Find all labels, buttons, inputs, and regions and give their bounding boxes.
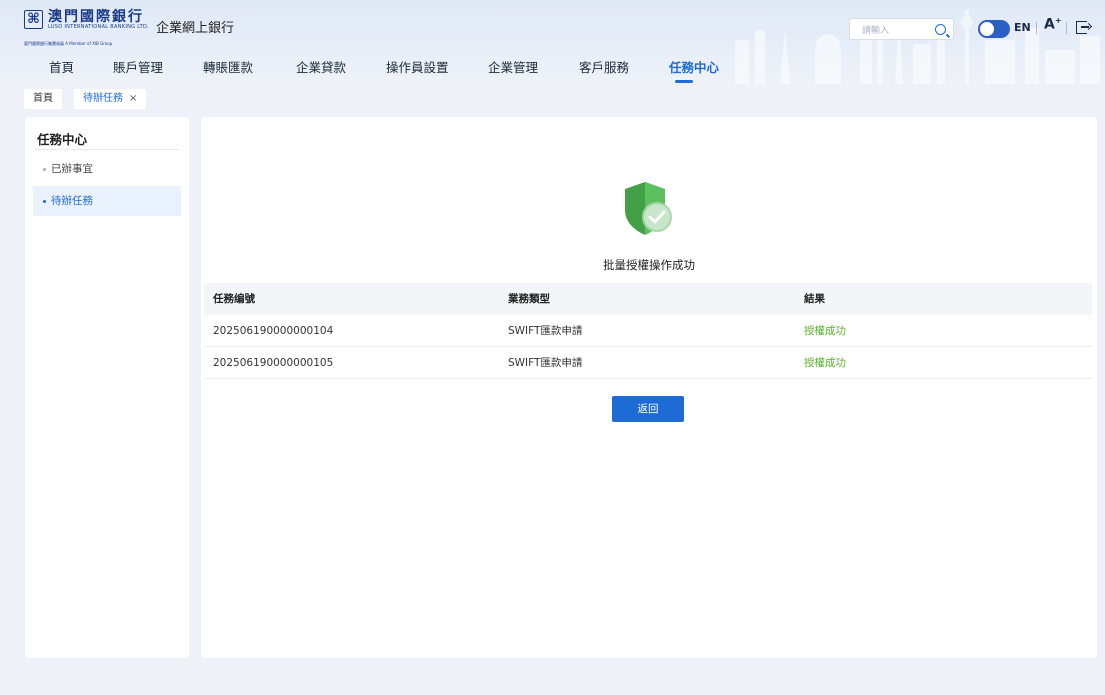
table-row: 202506190000000104 SWIFT匯款申請 授權成功 [204, 315, 1092, 347]
column-header-result: 結果 [804, 293, 825, 305]
bullet-icon [43, 167, 46, 171]
result-status: 授權成功 [804, 325, 846, 337]
theme-toggle[interactable] [978, 20, 1010, 38]
nav-item-task-center[interactable]: 任務中心 [669, 57, 720, 83]
nav-item-loans[interactable]: 企業貸款 [296, 57, 346, 76]
bullet-icon [43, 199, 46, 203]
font-size-label: A [1044, 16, 1055, 33]
table-header: 任務编號 業務類型 結果 [204, 283, 1092, 315]
nav-item-task-center-label: 任務中心 [669, 60, 720, 75]
nav-item-transfers[interactable]: 轉賬匯款 [203, 57, 253, 76]
sidebar: 任務中心 已辦事宜 待辦任務 [25, 117, 189, 658]
tab-pending-tasks[interactable]: 待辦任務 × [74, 89, 147, 109]
language-switch[interactable]: EN [1014, 21, 1031, 34]
bank-name-en: LUSO INTERNATIONAL BANKING LTD. [48, 24, 150, 30]
nav-item-operator-settings[interactable]: 操作員設置 [386, 57, 449, 76]
task-number: 202506190000000104 [213, 325, 334, 337]
toggle-knob [980, 22, 994, 36]
main-nav: 首頁 賬戶管理 轉賬匯款 企業貸款 操作員設置 企業管理 客戶服務 任務中心 [0, 57, 760, 83]
business-type: SWIFT匯款申請 [508, 325, 583, 337]
top-header: ⌘ 澳門國際銀行 LUSO INTERNATIONAL BANKING LTD.… [0, 0, 1105, 84]
bank-group-line: 廈門國際銀行集團成員 A Member of XIB Group [24, 41, 113, 46]
font-size-sup: + [1054, 16, 1062, 25]
logout-icon[interactable] [1076, 21, 1089, 34]
result-message: 批量授權操作成功 [603, 258, 695, 272]
sidebar-divider [35, 149, 179, 150]
font-size-button[interactable]: A+ [1044, 16, 1062, 33]
close-icon[interactable]: × [129, 93, 137, 104]
search-placeholder: 請輸入 [862, 26, 890, 36]
divider [1036, 22, 1037, 34]
main-panel: 批量授權操作成功 任務编號 業務類型 結果 202506190000000104… [201, 117, 1097, 658]
nav-item-accounts[interactable]: 賬戶管理 [113, 57, 163, 76]
nav-item-customer-service[interactable]: 客戶服務 [579, 57, 629, 76]
active-nav-indicator [675, 80, 693, 83]
result-table: 任務编號 業務類型 結果 202506190000000104 SWIFT匯款申… [204, 283, 1092, 379]
search-icon[interactable] [935, 24, 946, 35]
column-header-type: 業務類型 [508, 293, 550, 305]
bank-logo-icon: ⌘ [24, 10, 43, 29]
result-status: 授權成功 [804, 357, 846, 369]
sidebar-item-label: 已辦事宜 [51, 163, 93, 175]
nav-item-enterprise-management[interactable]: 企業管理 [488, 57, 538, 76]
sidebar-item-pending[interactable]: 待辦任務 [33, 186, 181, 216]
table-row: 202506190000000105 SWIFT匯款申請 授權成功 [204, 347, 1092, 379]
sidebar-item-completed[interactable]: 已辦事宜 [33, 154, 181, 184]
tab-pending-tasks-label: 待辦任務 [83, 93, 123, 104]
column-header-task-no: 任務编號 [213, 293, 255, 305]
sidebar-title: 任務中心 [37, 132, 88, 147]
tab-home[interactable]: 首頁 [24, 89, 62, 109]
divider [1066, 22, 1067, 34]
sidebar-item-label: 待辦任務 [51, 195, 93, 207]
bank-name-cn: 澳門國際銀行 [48, 9, 144, 25]
success-shield-icon [625, 182, 672, 235]
portal-title: 企業網上銀行 [156, 21, 235, 36]
business-type: SWIFT匯款申請 [508, 357, 583, 369]
task-number: 202506190000000105 [213, 357, 334, 369]
bank-logo[interactable]: ⌘ 澳門國際銀行 LUSO INTERNATIONAL BANKING LTD.… [24, 9, 150, 46]
search-input[interactable]: 請輸入 [849, 18, 954, 40]
nav-item-home[interactable]: 首頁 [49, 57, 74, 76]
back-button[interactable]: 返回 [612, 396, 684, 422]
